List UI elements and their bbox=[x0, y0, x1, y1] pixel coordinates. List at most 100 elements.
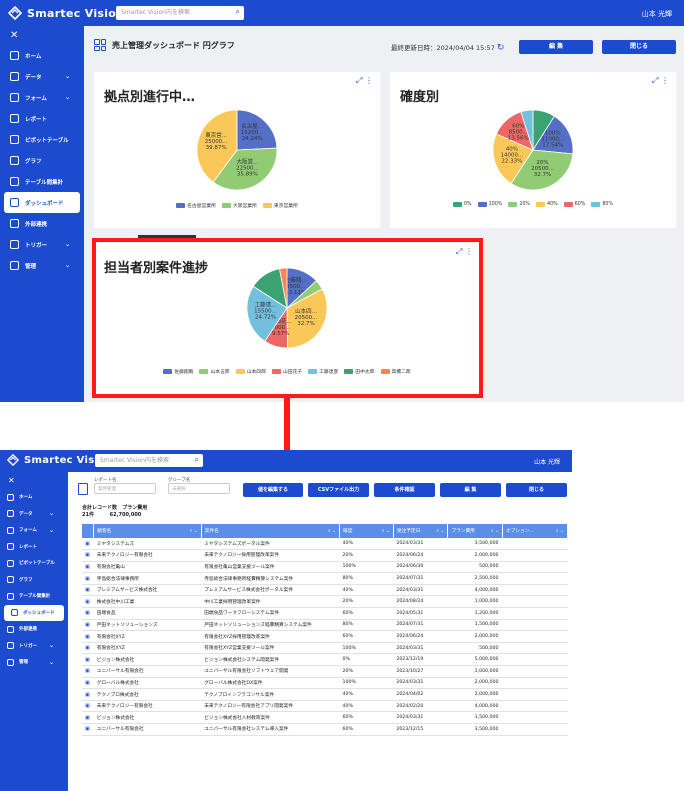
record-icon[interactable]: ▣ bbox=[82, 561, 94, 574]
conditions-button[interactable]: 条件確認 bbox=[374, 483, 435, 497]
table-row[interactable]: ▣ 株式会社中川工業 中川工業採用管理改革案件 20% 2024/08/24 1,000,… bbox=[82, 595, 568, 609]
search-icon[interactable]: ⌕ ⌄ bbox=[190, 528, 198, 534]
search-icon[interactable]: ⌕ bbox=[195, 456, 199, 464]
sidebar-item-4[interactable]: ピボットテーブル bbox=[0, 129, 84, 150]
app-logo[interactable]: Smartec Vision bbox=[7, 450, 572, 466]
chevron-down-icon[interactable]: ⌄ bbox=[65, 241, 70, 248]
chevron-down-icon[interactable]: ⌄ bbox=[65, 73, 70, 80]
record-icon[interactable]: ▣ bbox=[82, 700, 94, 713]
sidebar-item-4[interactable]: ピボットテーブル bbox=[0, 555, 68, 572]
table-row[interactable]: ▣ 戸田ネットソリューションズ 戸田ネットソリューションズ経費精算システム案件 80%… bbox=[82, 619, 568, 632]
chevron-down-icon[interactable]: ⌄ bbox=[49, 527, 54, 534]
table-row[interactable]: ▣ 有限会社XYZ 有限会社XYZ営業支援ツール案件 100% 2024/03/31 50… bbox=[82, 642, 568, 655]
table-row[interactable]: ▣ 未来テクノロジー有限会社 未来テクノロジー採用管理改革案件 20% 2024/06/… bbox=[82, 549, 568, 562]
search-input[interactable]: Smartec Vision内を検索 ⌕ bbox=[116, 6, 244, 20]
record-icon[interactable]: ▣ bbox=[82, 538, 94, 551]
user-name[interactable]: 山本 光輝 bbox=[642, 9, 672, 19]
table-row[interactable]: ▣ ビジョン株式会社 ビジョン株式会社人材教育案件 60% 2024/03/31 1,50… bbox=[82, 711, 568, 724]
close-button[interactable]: 閉じる bbox=[602, 40, 676, 54]
column-header[interactable]: 受注予定日 ⌕ ⌄ bbox=[393, 524, 449, 538]
legend-item[interactable]: 東京営業所 bbox=[262, 202, 298, 209]
record-icon[interactable]: ▣ bbox=[82, 630, 94, 643]
table-row[interactable]: ▣ 有限会社XYZ 有限会社XYZ採用管理改革案件 60% 2024/06/24 2,00… bbox=[82, 630, 568, 643]
record-icon[interactable]: ▣ bbox=[82, 688, 94, 701]
sidebar-item-6[interactable]: テーブル間集計 bbox=[0, 171, 84, 192]
search-icon[interactable]: ⌕ ⌄ bbox=[436, 528, 444, 534]
table-row[interactable]: ▣ ユニバーサル有限会社 ユニバーサル有限会社システム導入案件 60% 2023/12/… bbox=[82, 723, 568, 736]
chevron-down-icon[interactable]: ⌄ bbox=[49, 659, 54, 666]
table-row[interactable]: ▣ ユニバーサル有限会社 ユニバーサル有限会社ソフトウェア開発 20% 2023/10/… bbox=[82, 665, 568, 678]
record-icon[interactable]: ▣ bbox=[82, 595, 94, 609]
column-header[interactable]: オプション... ⌕ ⌄ bbox=[502, 524, 569, 538]
column-header[interactable]: プラン費用 ⌕ ⌄ bbox=[447, 524, 503, 538]
record-icon[interactable]: ▣ bbox=[82, 619, 94, 632]
search-icon[interactable]: ⌕ ⌄ bbox=[328, 528, 336, 534]
report-name-value[interactable]: 案件管理 bbox=[94, 483, 156, 494]
search-icon[interactable]: ⌕ ⌄ bbox=[382, 528, 390, 534]
close-menu-icon[interactable]: ✕ bbox=[0, 472, 68, 489]
sidebar-item-5[interactable]: グラフ bbox=[0, 572, 68, 589]
table-row[interactable]: ▣ テクノプロ株式会社 テクノプロインフラコンサル案件 40% 2024/04/02 2,… bbox=[82, 688, 568, 701]
search-input[interactable]: Smartec Vision内を検索 ⌕ bbox=[95, 454, 203, 467]
chevron-down-icon[interactable]: ⌄ bbox=[65, 262, 70, 269]
search-icon[interactable]: ⌕ bbox=[236, 8, 240, 16]
legend-item[interactable]: 80% bbox=[591, 202, 613, 207]
refresh-icon[interactable]: ↻ bbox=[497, 43, 505, 53]
table-row[interactable]: ▣ ビジョン株式会社 ビジョン株式会社システム開発案件 0% 2023/12/19 5,0… bbox=[82, 653, 568, 667]
record-icon[interactable]: ▣ bbox=[82, 711, 94, 724]
sidebar-item-1[interactable]: データ ⌄ bbox=[0, 66, 84, 87]
legend-item[interactable]: 20% bbox=[508, 202, 530, 207]
legend-item[interactable]: 40% bbox=[536, 202, 558, 207]
sidebar-item-9[interactable]: トリガー ⌄ bbox=[0, 638, 68, 655]
record-icon[interactable]: ▣ bbox=[82, 642, 94, 655]
sidebar-item-5[interactable]: グラフ bbox=[0, 150, 84, 171]
record-icon[interactable]: ▣ bbox=[82, 665, 94, 678]
record-icon[interactable]: ▣ bbox=[82, 723, 94, 736]
sidebar-item-8[interactable]: 外部連携 bbox=[0, 213, 84, 234]
legend-item[interactable]: 100% bbox=[477, 202, 502, 207]
column-header[interactable]: 顧客名 ⌕ ⌄ bbox=[93, 524, 202, 538]
record-icon[interactable]: ▣ bbox=[82, 549, 94, 562]
edit-button[interactable]: 編 集 bbox=[519, 40, 593, 54]
group-name-value[interactable]: 未選択 bbox=[168, 483, 230, 494]
sidebar-item-9[interactable]: トリガー ⌄ bbox=[0, 234, 84, 255]
table-row[interactable]: ▣ 有限会社亀山 有限会社亀山営業支援ツール案件 100% 2024/06/30 500,… bbox=[82, 561, 568, 574]
sidebar-item-0[interactable]: ホーム bbox=[0, 45, 84, 66]
record-icon[interactable]: ▣ bbox=[82, 607, 94, 620]
sidebar-item-0[interactable]: ホーム bbox=[0, 489, 68, 506]
column-header[interactable]: 確度 ⌕ ⌄ bbox=[339, 524, 394, 538]
column-header[interactable]: 案件名 ⌕ ⌄ bbox=[201, 524, 341, 538]
sidebar-item-1[interactable]: データ ⌄ bbox=[0, 506, 68, 523]
chevron-down-icon[interactable]: ⌄ bbox=[49, 642, 54, 649]
group-name-field[interactable]: グループ名 未選択 bbox=[168, 477, 230, 494]
sidebar-item-7[interactable]: ダッシュボード bbox=[4, 192, 80, 213]
table-row[interactable]: ▣ 田端食品 田端食品ワークフローシステム案件 60% 2024/05/31 1,200,… bbox=[82, 607, 568, 620]
user-name[interactable]: 山本 光輝 bbox=[534, 457, 560, 466]
sidebar-item-3[interactable]: レポート bbox=[0, 108, 84, 129]
search-icon[interactable]: ⌕ ⌄ bbox=[491, 528, 499, 534]
chevron-down-icon[interactable]: ⌄ bbox=[49, 510, 54, 517]
record-icon[interactable]: ▣ bbox=[82, 677, 94, 690]
report-name-field[interactable]: レポート名 案件管理 bbox=[94, 477, 156, 494]
sidebar-item-2[interactable]: フォーム ⌄ bbox=[0, 522, 68, 539]
legend-item[interactable]: 大阪営業所 bbox=[221, 202, 257, 209]
sidebar-item-7[interactable]: ダッシュボード bbox=[4, 604, 64, 621]
edit-button[interactable]: 編 集 bbox=[440, 483, 501, 497]
table-row[interactable]: ▣ ミヤタシステムズ ミヤタシステムズポータル案件 40% 2024/03/31 3,50… bbox=[82, 538, 568, 551]
sidebar-item-8[interactable]: 外部連携 bbox=[0, 621, 68, 638]
sidebar-item-2[interactable]: フォーム ⌄ bbox=[0, 87, 84, 108]
app-logo[interactable]: Smartec Vision bbox=[8, 6, 124, 20]
sidebar-item-10[interactable]: 管理 ⌄ bbox=[0, 255, 84, 276]
table-row[interactable]: ▣ グローバル株式会社 グローバル株式会社DX案件 100% 2024/03/31 2,0… bbox=[82, 677, 568, 690]
legend-item[interactable]: 名古屋営業所 bbox=[176, 202, 216, 209]
record-icon[interactable]: ▣ bbox=[82, 584, 94, 597]
record-icon[interactable]: ▣ bbox=[82, 572, 94, 585]
edit-values-button[interactable]: 値を編集する bbox=[243, 483, 303, 497]
sidebar-item-6[interactable]: テーブル間集計 bbox=[0, 588, 68, 605]
close-button[interactable]: 閉じる bbox=[506, 483, 567, 497]
search-icon[interactable]: ⌕ ⌄ bbox=[556, 528, 564, 534]
record-icon[interactable]: ▣ bbox=[82, 653, 94, 667]
table-row[interactable]: ▣ 未来テクノロジー有限会社 未来テクノロジー有限会社アプリ開発案件 40% 2024/… bbox=[82, 700, 568, 713]
sidebar-item-3[interactable]: レポート bbox=[0, 539, 68, 556]
sidebar-item-10[interactable]: 管理 ⌄ bbox=[0, 654, 68, 671]
